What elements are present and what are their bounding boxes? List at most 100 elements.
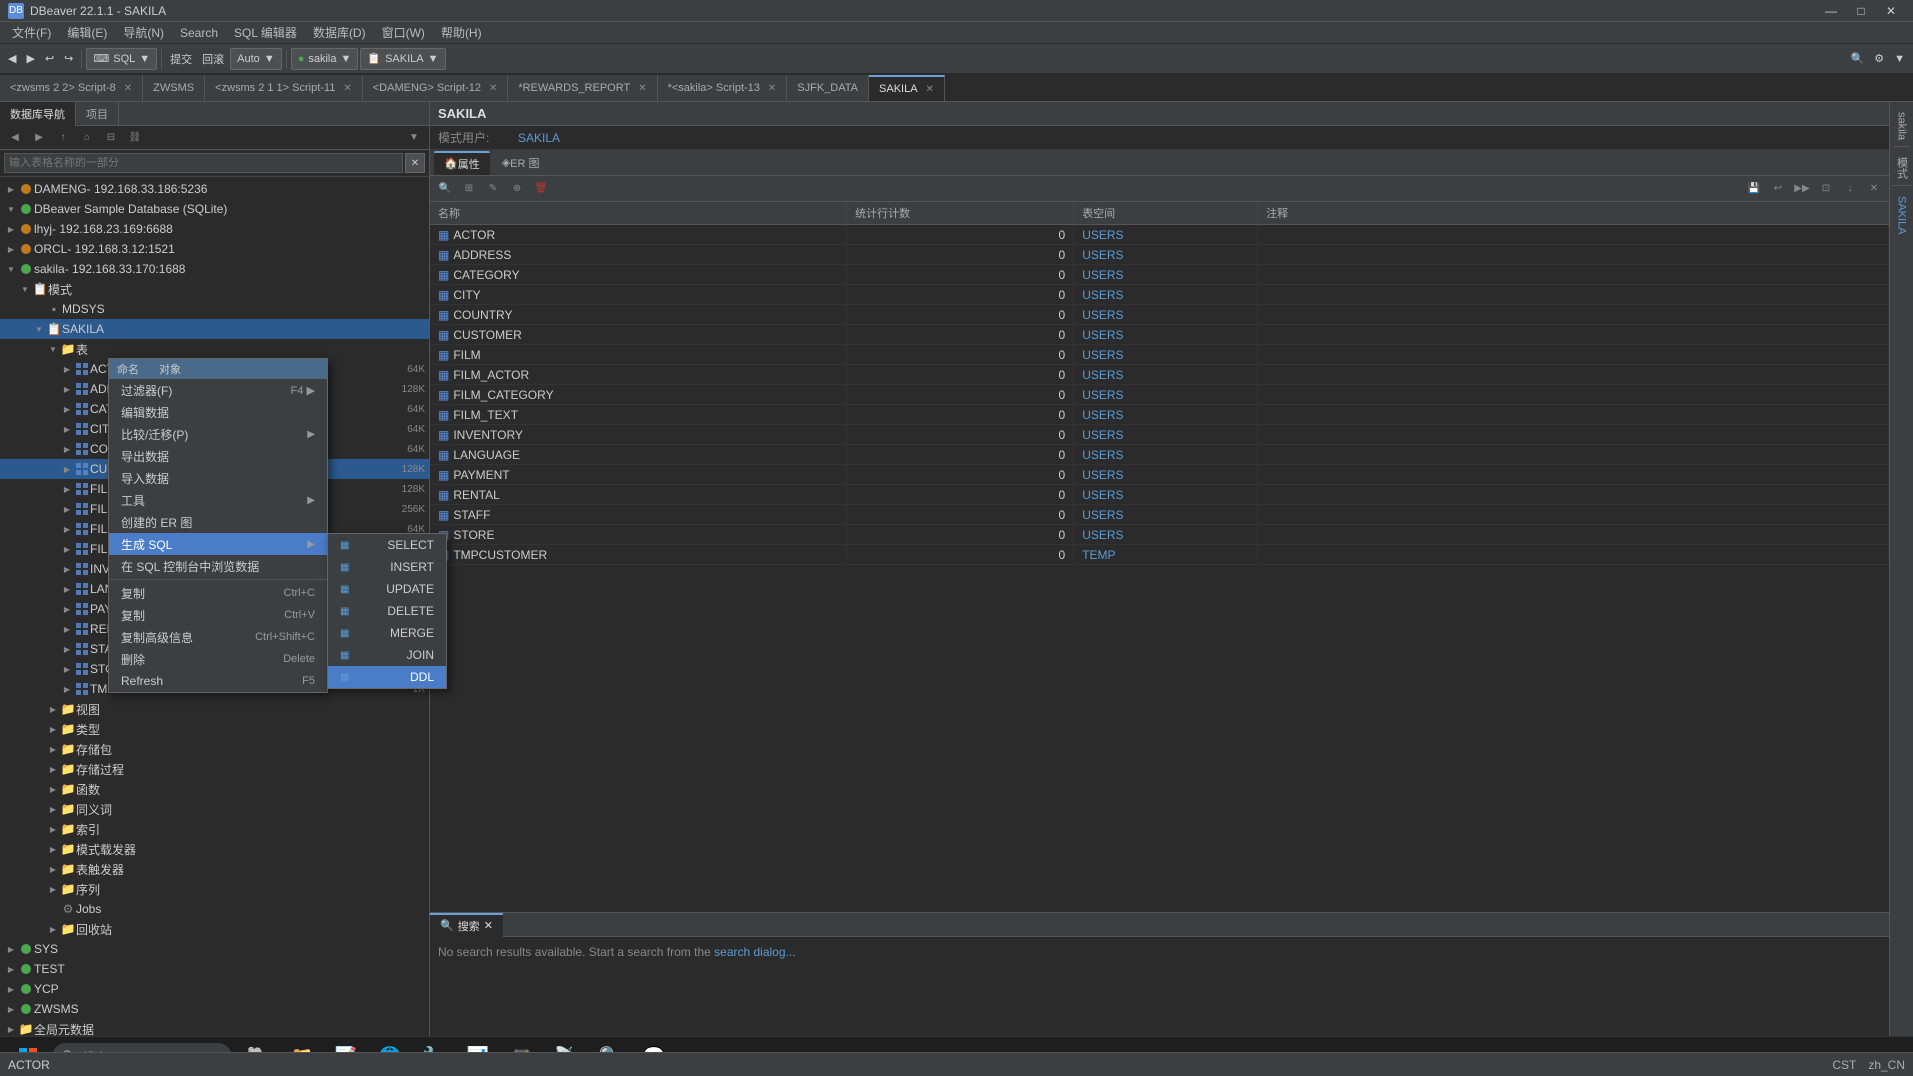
editor-tab-6[interactable]: SJFK_DATA — [787, 75, 869, 101]
menu-database[interactable]: 数据库(D) — [305, 22, 374, 44]
tab-close[interactable]: ✕ — [489, 83, 497, 94]
ctx-copy[interactable]: 复制 Ctrl+C — [109, 582, 327, 604]
nav-collapse[interactable]: ⊟ — [100, 128, 122, 148]
ctx-browse-sql[interactable]: 在 SQL 控制台中浏览数据 — [109, 555, 327, 577]
ctx-paste[interactable]: 复制 Ctrl+V — [109, 604, 327, 626]
menu-file[interactable]: 文件(F) — [4, 22, 59, 44]
tablespace-link[interactable]: USERS — [1082, 368, 1123, 382]
tablespace-link[interactable]: USERS — [1082, 268, 1123, 282]
ctx-filter[interactable]: 过滤器(F) F4 ▶ — [109, 379, 327, 401]
tablespace-link[interactable]: USERS — [1082, 428, 1123, 442]
tree-item[interactable]: ▶ORCL - 192.168.3.12:1521 — [0, 239, 429, 259]
ctx-delete[interactable]: ▦ DELETE — [328, 600, 446, 622]
ctx-refresh[interactable]: Refresh F5 — [109, 670, 327, 692]
right-tab-schema[interactable]: 模式 — [1892, 151, 1912, 186]
table-row[interactable]: ▦FILM_TEXT0USERS — [430, 405, 1889, 425]
table-space-cell[interactable]: USERS — [1074, 365, 1258, 385]
redo-button[interactable]: ↪ — [60, 47, 77, 71]
tree-item[interactable]: ▼📁表 — [0, 339, 429, 359]
tab-close[interactable]: ✕ — [926, 84, 934, 95]
tree-item[interactable]: ▼📋SAKILA — [0, 319, 429, 339]
tab-projects[interactable]: 项目 — [76, 102, 119, 126]
tree-item[interactable]: ▶lhyj - 192.168.23.169:6688 — [0, 219, 429, 239]
menu-search[interactable]: Search — [172, 22, 226, 44]
tab-close[interactable]: ✕ — [124, 83, 132, 94]
tree-search-clear[interactable]: ✕ — [405, 153, 425, 173]
editor-tab-sakila[interactable]: SAKILA ✕ — [869, 75, 945, 101]
ctx-import[interactable]: 导入数据 — [109, 467, 327, 489]
ctx-join[interactable]: ▦ JOIN — [328, 644, 446, 666]
close-button[interactable]: ✕ — [1877, 0, 1905, 22]
tablespace-link[interactable]: USERS — [1082, 288, 1123, 302]
connection-dropdown[interactable]: ● sakila ▼ — [291, 48, 359, 70]
tree-item[interactable]: ▶📁索引 — [0, 819, 429, 839]
ctx-copy-adv[interactable]: 复制高级信息 Ctrl+Shift+C — [109, 626, 327, 648]
table-delete-btn[interactable]: 🗑 — [530, 179, 552, 199]
tablespace-link[interactable]: USERS — [1082, 388, 1123, 402]
editor-tab-2[interactable]: <zwsms 2 1 1> Script-11 ✕ — [205, 75, 363, 101]
tab-db-navigator[interactable]: 数据库导航 — [0, 102, 76, 126]
table-layout-btn[interactable]: ⊡ — [1815, 179, 1837, 199]
table-space-cell[interactable]: USERS — [1074, 245, 1258, 265]
table-row[interactable]: ▦RENTAL0USERS — [430, 485, 1889, 505]
table-add-btn[interactable]: ⊕ — [506, 179, 528, 199]
auto-dropdown[interactable]: Auto ▼ — [230, 48, 282, 70]
table-space-cell[interactable]: USERS — [1074, 445, 1258, 465]
table-space-cell[interactable]: USERS — [1074, 325, 1258, 345]
tablespace-link[interactable]: USERS — [1082, 248, 1123, 262]
search-link[interactable]: search dialog... — [714, 945, 795, 959]
sql-mode-dropdown[interactable]: ⌨ SQL ▼ — [86, 48, 157, 70]
table-row[interactable]: ▦FILM_ACTOR0USERS — [430, 365, 1889, 385]
ctx-gen-sql[interactable]: 生成 SQL ▶ ▦ SELECT ▦ INSERT ▦ UPDATE ▦ DE… — [109, 533, 327, 555]
maximize-button[interactable]: □ — [1847, 0, 1875, 22]
tablespace-link[interactable]: USERS — [1082, 228, 1123, 242]
tree-item[interactable]: ▼📋模式 — [0, 279, 429, 299]
tab-close[interactable]: ✕ — [343, 83, 351, 94]
nav-home[interactable]: ⌂ — [76, 128, 98, 148]
tree-item[interactable]: ▶SYS — [0, 939, 429, 959]
tree-item[interactable]: ▶📁表触发器 — [0, 859, 429, 879]
table-space-cell[interactable]: USERS — [1074, 425, 1258, 445]
tree-item[interactable]: ▶📁函数 — [0, 779, 429, 799]
nav-back[interactable]: ◀ — [4, 128, 26, 148]
tree-search-input[interactable] — [4, 153, 403, 173]
search-tab-close[interactable]: ✕ — [484, 919, 493, 932]
table-row[interactable]: ▦CATEGORY0USERS — [430, 265, 1889, 285]
tree-item[interactable]: ▪MDSYS — [0, 299, 429, 319]
ctx-ddl[interactable]: ▦ DDL — [328, 666, 446, 688]
tablespace-link[interactable]: USERS — [1082, 488, 1123, 502]
ctx-delete-item[interactable]: 删除 Delete — [109, 648, 327, 670]
table-space-cell[interactable]: USERS — [1074, 485, 1258, 505]
tablespace-link[interactable]: TEMP — [1082, 548, 1115, 562]
tree-item[interactable]: ▶📁存储包 — [0, 739, 429, 759]
db-tab-er[interactable]: ◈ ER 图 — [492, 151, 550, 175]
editor-tab-1[interactable]: ZWSMS — [143, 75, 205, 101]
editor-tab-5[interactable]: *<sakila> Script-13 ✕ — [658, 75, 788, 101]
table-search-btn[interactable]: 🔍 — [434, 179, 456, 199]
ctx-select[interactable]: ▦ SELECT — [328, 534, 446, 556]
owner-value[interactable]: SAKILA — [518, 131, 560, 145]
table-row[interactable]: ▦INVENTORY0USERS — [430, 425, 1889, 445]
rollback-button[interactable]: 回滚 — [198, 47, 228, 71]
db-tab-properties[interactable]: 🏠 属性 — [434, 151, 490, 175]
table-space-cell[interactable]: USERS — [1074, 405, 1258, 425]
search-toolbar-btn[interactable]: 🔍 — [1847, 47, 1869, 71]
ctx-tools[interactable]: 工具 ▶ — [109, 489, 327, 511]
table-row[interactable]: ▦LANGUAGE0USERS — [430, 445, 1889, 465]
tree-item[interactable]: ▶📁序列 — [0, 879, 429, 899]
table-space-cell[interactable]: TEMP — [1074, 545, 1258, 565]
ctx-export[interactable]: 导出数据 — [109, 445, 327, 467]
table-space-cell[interactable]: USERS — [1074, 285, 1258, 305]
menu-edit[interactable]: 编辑(E) — [59, 22, 115, 44]
table-more-btn[interactable]: ▶▶ — [1791, 179, 1813, 199]
tree-item[interactable]: ▶📁同义词 — [0, 799, 429, 819]
table-row[interactable]: ▦STAFF0USERS — [430, 505, 1889, 525]
tablespace-link[interactable]: USERS — [1082, 508, 1123, 522]
ctx-edit-data[interactable]: 编辑数据 — [109, 401, 327, 423]
table-row[interactable]: ▦PAYMENT0USERS — [430, 465, 1889, 485]
ctx-compare[interactable]: 比较/迁移(P) ▶ — [109, 423, 327, 445]
back-button[interactable]: ◀ — [4, 47, 20, 71]
tablespace-link[interactable]: USERS — [1082, 448, 1123, 462]
table-filter-btn[interactable]: ⊞ — [458, 179, 480, 199]
table-row[interactable]: ▦FILM_CATEGORY0USERS — [430, 385, 1889, 405]
